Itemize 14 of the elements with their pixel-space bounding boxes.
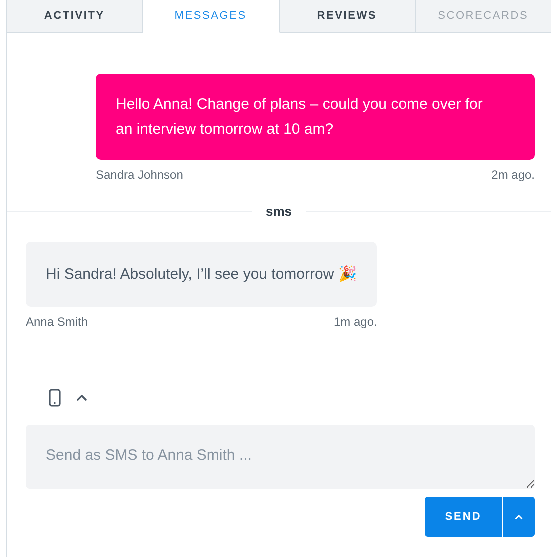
- message-time: 1m ago.: [334, 315, 378, 329]
- message-time: 2m ago.: [492, 168, 535, 182]
- phone-icon[interactable]: [49, 389, 61, 407]
- tab[interactable]: ACTIVITY: [7, 0, 144, 33]
- tab[interactable]: REVIEWS: [280, 0, 416, 33]
- sender-name: Sandra Johnson: [96, 168, 184, 182]
- chevron-up-icon: [515, 514, 523, 520]
- message-bubble: Hello Anna! Change of plans – could you come over for an interview tomorrow at 10 am?: [96, 74, 535, 160]
- channel-label: sms: [264, 204, 294, 218]
- sender-name: Anna Smith: [26, 315, 88, 329]
- chevron-up-icon[interactable]: [77, 395, 87, 401]
- message-bubble: Hi Sandra! Absolutely, I’ll see you tomorrow 🎉: [26, 242, 378, 307]
- send-button[interactable]: SEND: [425, 497, 502, 537]
- message-field[interactable]: Send as SMS to Anna Smith ...: [26, 425, 535, 489]
